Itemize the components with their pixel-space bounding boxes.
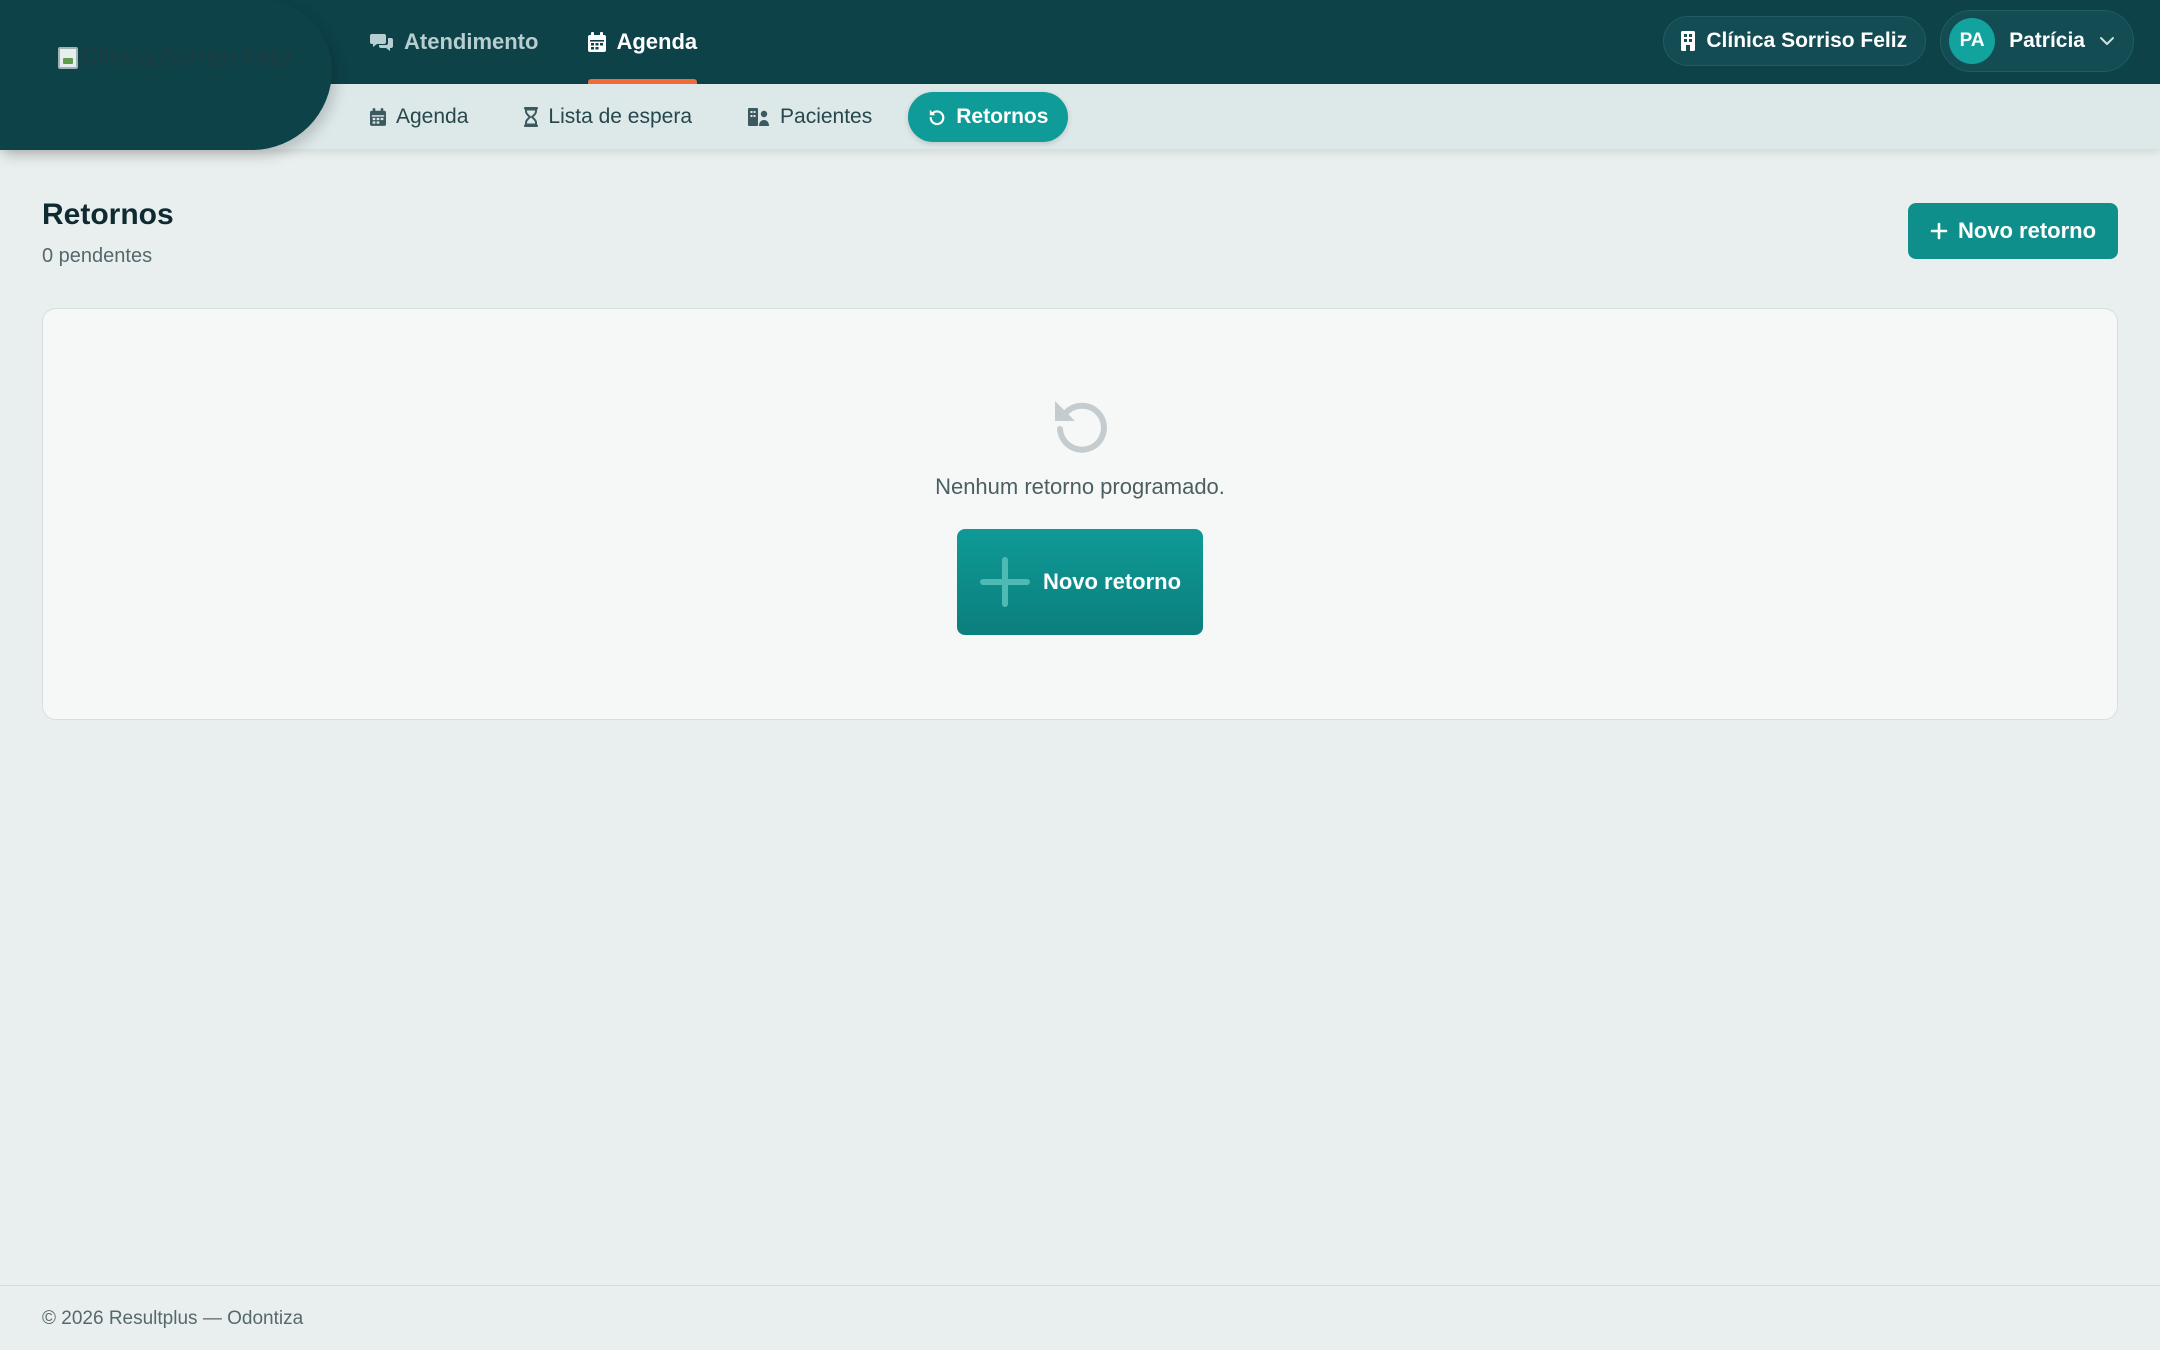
user-name: Patrícia [2009,29,2085,52]
user-menu[interactable]: PA Patrícia [1940,10,2134,72]
sub-nav-item-patients[interactable]: Pacientes [728,92,892,142]
clinic-selector[interactable]: Clínica Sorriso Feliz [1663,16,1927,66]
plus-icon [1930,222,1948,240]
main-nav-label: Atendimento [404,29,539,54]
plus-icon [979,556,1031,608]
sub-nav-label: Agenda [396,104,469,128]
building-icon [1680,31,1696,51]
hourglass-icon [524,106,539,127]
sub-nav-item-waitlist[interactable]: Lista de espera [504,92,712,142]
avatar: PA [1949,18,1996,64]
chevron-down-icon [2099,36,2115,46]
top-right-controls: Clínica Sorriso Feliz PA Patrícia [1663,10,2134,72]
main-nav-label: Agenda [616,29,698,54]
return-icon [928,108,946,126]
footer-copyright: © 2026 Resultplus — Odontiza [42,1308,304,1329]
brand-logo-area[interactable]: Clínica Sorriso Feliz [0,0,332,150]
main-nav: Atendimento Agenda [350,0,717,84]
empty-state-new-return-button[interactable]: Novo retorno [957,529,1203,635]
sub-nav-label: Pacientes [780,104,873,128]
return-icon [1050,395,1110,455]
sub-nav-item-agenda[interactable]: Agenda [350,92,488,142]
patients-icon [748,107,770,126]
empty-state-button-label: Novo retorno [1042,569,1182,594]
empty-state-message: Nenhum retorno programado. [935,474,1225,499]
main-nav-item-atendimento[interactable]: Atendimento [350,0,558,84]
brand-logo[interactable]: Clínica Sorriso Feliz [58,44,293,72]
broken-image-icon [58,47,78,69]
new-return-button[interactable]: Novo retorno [1908,203,2118,259]
page-title: Retornos [42,198,174,231]
calendar-icon [588,32,607,52]
main-nav-item-agenda[interactable]: Agenda [568,0,717,84]
sub-nav-label: Retornos [956,104,1049,128]
chat-icon [370,32,394,52]
new-return-button-label: Novo retorno [1957,218,2097,243]
footer-divider [0,1285,2160,1286]
sub-nav-label: Lista de espera [548,104,693,128]
sub-nav-item-returns[interactable]: Retornos [908,91,1069,142]
sub-nav: Agenda Lista de espera Pacientes Retorno… [350,84,1069,149]
calendar-icon [370,107,386,126]
clinic-name: Clínica Sorriso Feliz [1706,29,1908,52]
returns-card [42,308,2118,720]
brand-logo-alt-text: Clínica Sorriso Feliz [80,44,294,71]
pending-count: 0 pendentes [42,245,153,267]
